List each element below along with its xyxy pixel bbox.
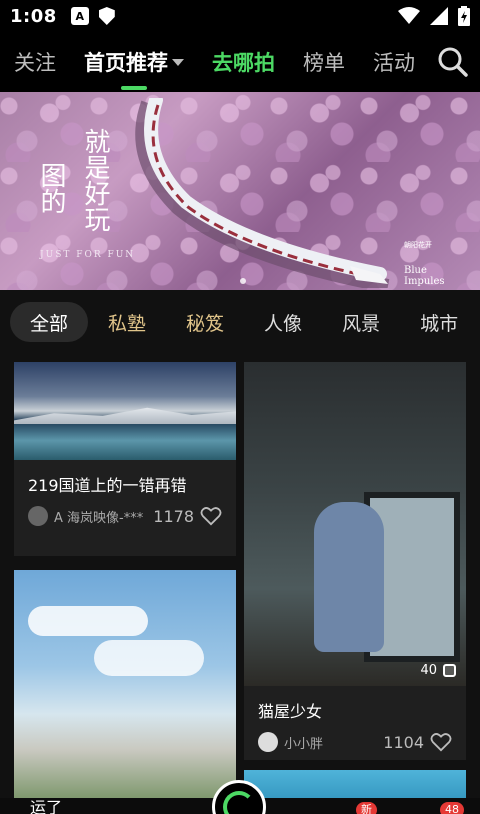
card-author[interactable]: A 海岚映像-*** bbox=[54, 507, 153, 526]
wifi-icon bbox=[398, 7, 420, 24]
chip-secrets[interactable]: 秘笈 bbox=[166, 302, 244, 342]
category-chips: 全部 私塾 秘笈 人像 风景 城市 bbox=[0, 290, 480, 354]
banner-right-caption: Blue Impules bbox=[404, 265, 445, 287]
card-author[interactable]: 小小胖 bbox=[284, 733, 383, 752]
status-time: 1:08 bbox=[10, 5, 57, 27]
card-title: 219国道上的一错再错 bbox=[28, 476, 187, 495]
chip-city[interactable]: 城市 bbox=[400, 302, 478, 342]
banner-title-2: 就是好玩 bbox=[80, 128, 110, 232]
feed-card[interactable] bbox=[14, 570, 236, 798]
count-badge: 48 bbox=[440, 802, 464, 814]
cloud-shape bbox=[28, 606, 148, 636]
signal-icon bbox=[430, 7, 448, 25]
like-count: 1178 bbox=[153, 506, 194, 526]
shield-icon bbox=[98, 7, 115, 25]
carousel-indicator bbox=[240, 278, 246, 284]
tab-indicator bbox=[121, 86, 147, 90]
card-photo bbox=[14, 570, 236, 798]
caret-down-icon bbox=[172, 58, 184, 66]
bottom-nav-first[interactable]: 运了 bbox=[30, 794, 62, 814]
photo-count: 40 bbox=[420, 663, 437, 678]
photo-feed: 219国道上的一错再错 A 海岚映像-*** 1178 40 猫屋少女 小小胖 … bbox=[0, 354, 480, 798]
banner-carousel[interactable]: 就是好玩 图的 JUST FOR FUN 朝阳花开 Blue Impules bbox=[0, 92, 480, 290]
chip-private[interactable]: 私塾 bbox=[88, 302, 166, 342]
card-photo: 40 bbox=[244, 362, 466, 686]
banner-title-1: 图的 bbox=[36, 162, 66, 214]
card-photo bbox=[14, 362, 236, 460]
mountain-shape bbox=[14, 407, 236, 424]
chip-all[interactable]: 全部 bbox=[10, 302, 89, 342]
card-photo bbox=[244, 770, 466, 798]
tab-label: 活动 bbox=[373, 51, 415, 75]
feed-card[interactable] bbox=[244, 770, 466, 798]
status-bar: 1:08 A bbox=[0, 0, 480, 32]
shutter-ring-icon bbox=[223, 791, 255, 814]
feed-card[interactable]: 40 猫屋少女 小小胖 1104 bbox=[244, 362, 466, 760]
like-count: 1104 bbox=[383, 732, 424, 752]
tab-events[interactable]: 活动 bbox=[359, 32, 420, 92]
cloud-shape bbox=[94, 640, 204, 676]
search-icon[interactable] bbox=[436, 45, 470, 79]
avatar[interactable] bbox=[258, 732, 278, 752]
tab-label: 关注 bbox=[14, 51, 56, 75]
chip-landscape[interactable]: 风景 bbox=[322, 302, 400, 342]
train-illustration bbox=[135, 98, 390, 288]
banner-right-text: 朝阳花开 Blue Impules bbox=[404, 240, 445, 287]
photo-count-badge: 40 bbox=[420, 663, 456, 678]
tab-ranking[interactable]: 榜单 bbox=[289, 32, 359, 92]
tab-recommend[interactable]: 首页推荐 bbox=[70, 32, 198, 92]
heart-icon[interactable] bbox=[430, 732, 452, 752]
bottom-nav: 运了 新 48 bbox=[0, 780, 480, 814]
chip-portrait[interactable]: 人像 bbox=[244, 302, 322, 342]
banner-right-small: 朝阳花开 bbox=[404, 241, 432, 249]
banner-subtitle: JUST FOR FUN bbox=[40, 250, 136, 260]
card-title: 猫屋少女 bbox=[258, 702, 323, 721]
avatar[interactable] bbox=[28, 506, 48, 526]
gallery-icon bbox=[443, 664, 456, 677]
battery-icon bbox=[458, 6, 470, 26]
heart-icon[interactable] bbox=[200, 506, 222, 526]
tab-follow[interactable]: 关注 bbox=[0, 32, 70, 92]
a-badge-icon: A bbox=[70, 7, 89, 25]
tab-label: 首页推荐 bbox=[84, 51, 168, 75]
feed-card[interactable]: 219国道上的一错再错 A 海岚映像-*** 1178 bbox=[14, 362, 236, 556]
top-nav: 关注 首页推荐 去哪拍 榜单 活动 bbox=[0, 32, 480, 92]
tab-label: 去哪拍 bbox=[212, 51, 275, 75]
figure-shape bbox=[314, 502, 384, 652]
tab-where-to-shoot[interactable]: 去哪拍 bbox=[198, 32, 289, 92]
new-badge: 新 bbox=[356, 802, 377, 814]
tab-label: 榜单 bbox=[303, 51, 345, 75]
